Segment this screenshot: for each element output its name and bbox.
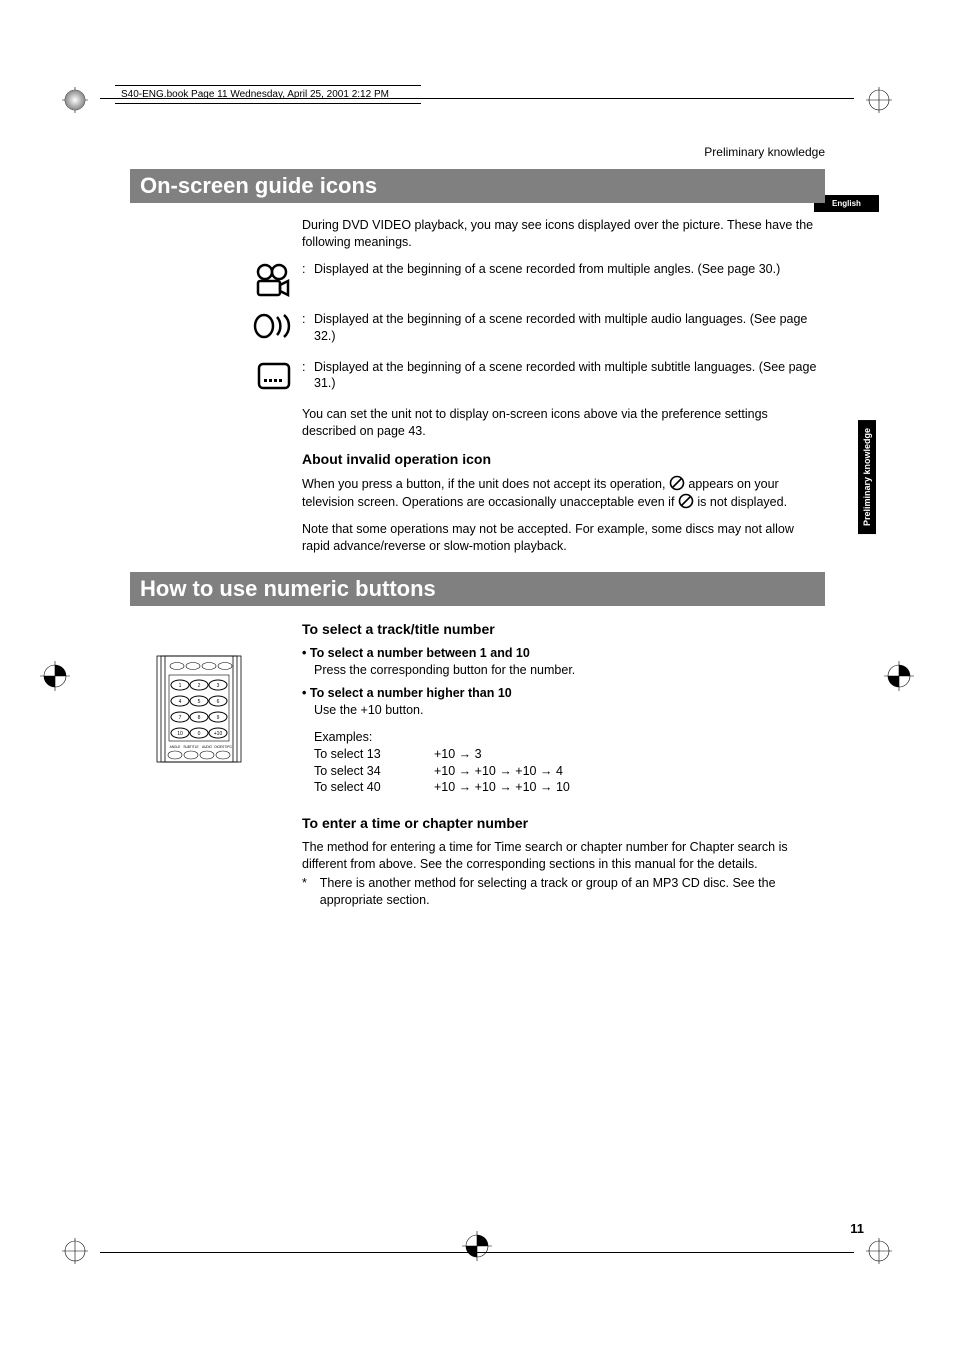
examples-label: Examples: — [314, 729, 825, 746]
page-number: 11 — [850, 1221, 864, 1236]
crop-mark-tl — [60, 85, 90, 115]
example-label: To select 34 — [314, 763, 434, 780]
svg-text:AUDIO: AUDIO — [202, 745, 213, 749]
asterisk-icon: * — [302, 875, 320, 909]
svg-text:SUBTITLE: SUBTITLE — [183, 745, 198, 749]
crop-line — [100, 1252, 854, 1253]
crop-mark-br — [864, 1236, 894, 1266]
audio-icon — [246, 311, 302, 339]
example-steps: +10 → 3 — [434, 746, 482, 763]
bullet-body: Press the corresponding button for the n… — [314, 662, 825, 679]
angle-icon — [246, 261, 302, 297]
audio-icon-description: Displayed at the beginning of a scene re… — [314, 311, 825, 345]
svg-text:8: 8 — [198, 715, 201, 721]
invalid-operation-heading: About invalid operation icon — [302, 450, 825, 469]
registration-right-icon — [884, 661, 914, 696]
svg-text:ANGLE: ANGLE — [170, 745, 181, 749]
example-row: To select 34+10 → +10 → +10 → 4 — [314, 763, 825, 780]
bullet-body: Use the +10 button. — [314, 702, 825, 719]
svg-text:7: 7 — [179, 715, 182, 721]
running-head: Preliminary knowledge — [130, 145, 825, 159]
section-side-tab: Preliminary knowledge — [858, 420, 876, 534]
prohibit-icon — [669, 475, 685, 491]
text: is not displayed. — [697, 495, 787, 509]
svg-text:0: 0 — [198, 731, 201, 737]
colon: : — [302, 311, 314, 328]
bullet-item: To select a number between 1 and 10 Pres… — [302, 645, 825, 679]
example-row: To select 13+10 → 3 — [314, 746, 825, 763]
footnote-text: There is another method for selecting a … — [320, 875, 825, 909]
remote-control-icon: 1 2 3 4 5 6 7 8 9 10 0 +10 ANGLESUBTITLE… — [155, 655, 243, 768]
subtitle-icon — [246, 359, 302, 391]
text: When you press a button, if the unit doe… — [302, 477, 669, 491]
svg-text:10: 10 — [177, 731, 183, 737]
example-steps: +10 → +10 → +10 → 4 — [434, 763, 563, 780]
angle-icon-description: Displayed at the beginning of a scene re… — [314, 261, 825, 278]
bullet-head: To select a number higher than 10 — [310, 686, 512, 700]
select-track-heading: To select a track/title number — [302, 620, 825, 639]
prohibit-icon — [678, 493, 694, 509]
invalid-operation-paragraph-1: When you press a button, if the unit doe… — [302, 475, 825, 511]
crop-mark-bl — [60, 1236, 90, 1266]
preference-note: You can set the unit not to display on-s… — [302, 406, 825, 440]
example-row: To select 40+10 → +10 → +10 → 10 — [314, 779, 825, 796]
colon: : — [302, 359, 314, 376]
enter-time-heading: To enter a time or chapter number — [302, 814, 825, 833]
crop-mark-tr — [864, 85, 894, 115]
registration-bottom-icon — [462, 1231, 492, 1266]
svg-text:1: 1 — [179, 683, 182, 689]
svg-text:+10: +10 — [214, 731, 223, 737]
example-steps: +10 → +10 → +10 → 10 — [434, 779, 570, 796]
registration-left-icon — [40, 661, 70, 696]
subtitle-icon-description: Displayed at the beginning of a scene re… — [314, 359, 825, 393]
svg-text:4: 4 — [179, 699, 182, 705]
invalid-operation-paragraph-2: Note that some operations may not be acc… — [302, 521, 825, 555]
bullet-head: To select a number between 1 and 10 — [310, 646, 530, 660]
svg-text:DIGEST/PG: DIGEST/PG — [214, 745, 232, 749]
section-title-numeric-buttons: How to use numeric buttons — [130, 572, 825, 606]
svg-text:6: 6 — [217, 699, 220, 705]
example-label: To select 13 — [314, 746, 434, 763]
footnote: * There is another method for selecting … — [302, 875, 825, 909]
intro-paragraph: During DVD VIDEO playback, you may see i… — [302, 217, 825, 251]
colon: : — [302, 261, 314, 278]
svg-text:5: 5 — [198, 699, 201, 705]
svg-text:3: 3 — [217, 683, 220, 689]
enter-time-paragraph: The method for entering a time for Time … — [302, 839, 825, 873]
book-page-header: S40-ENG.book Page 11 Wednesday, April 25… — [115, 85, 421, 104]
bullet-item: To select a number higher than 10 Use th… — [302, 685, 825, 719]
svg-text:9: 9 — [217, 715, 220, 721]
example-label: To select 40 — [314, 779, 434, 796]
svg-text:2: 2 — [198, 683, 201, 689]
section-title-onscreen-icons: On-screen guide icons — [130, 169, 825, 203]
